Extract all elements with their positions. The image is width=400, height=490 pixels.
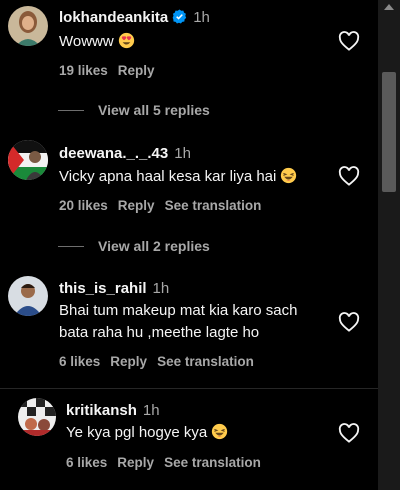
comment-meta: 20 likes Reply See translation [59, 198, 271, 213]
comment-username[interactable]: kritikansh 1h [66, 402, 160, 419]
like-count[interactable]: 20 likes [59, 198, 108, 213]
see-translation-button[interactable]: See translation [164, 455, 261, 470]
laughing-emoji-icon [281, 167, 297, 184]
reply-button[interactable]: Reply [117, 455, 154, 470]
verified-badge-icon [172, 9, 187, 24]
comment-meta: 6 likes Reply See translation [59, 354, 264, 369]
see-translation-button[interactable]: See translation [165, 198, 262, 213]
avatar[interactable] [8, 140, 48, 180]
username-text[interactable]: deewana._._.43 [59, 145, 168, 162]
comment-text-line-1: Bhai tum makeup mat kia karo sach [59, 302, 298, 319]
username-text[interactable]: kritikansh [66, 402, 137, 419]
like-heart-icon[interactable] [338, 166, 360, 186]
like-count[interactable]: 6 likes [66, 455, 107, 470]
reply-button[interactable]: Reply [110, 354, 147, 369]
comment-text-content: Wowww [59, 33, 114, 50]
comments-panel: lokhandeankita 1h Wowww 19 likes Reply Vie… [0, 0, 378, 490]
comment-username[interactable]: this_is_rahil 1h [59, 280, 169, 297]
username-text[interactable]: lokhandeankita [59, 9, 168, 26]
reply-button[interactable]: Reply [118, 198, 155, 213]
comment-text-content: Ye kya pgl hogye kya [66, 424, 208, 441]
comment-meta: 6 likes Reply See translation [66, 455, 271, 470]
avatar[interactable] [18, 398, 56, 436]
view-replies-label[interactable]: View all 5 replies [98, 102, 210, 118]
reply-button[interactable]: Reply [118, 63, 155, 78]
comment-time: 1h [193, 9, 210, 26]
like-heart-icon[interactable] [338, 312, 360, 332]
comment-text: Vicky apna haal kesa kar liya hai [59, 166, 297, 188]
username-text[interactable]: this_is_rahil [59, 280, 147, 297]
view-replies-button[interactable]: View all 5 replies [58, 102, 210, 118]
view-replies-button[interactable]: View all 2 replies [58, 238, 210, 254]
like-heart-icon[interactable] [338, 423, 360, 443]
comment-username[interactable]: deewana._._.43 1h [59, 145, 191, 162]
comment-time: 1h [152, 280, 170, 297]
scrollbar[interactable] [378, 0, 400, 490]
comment-text: Wowww [59, 31, 135, 53]
comment-text: Ye kya pgl hogye kya [66, 422, 228, 444]
like-heart-icon[interactable] [338, 31, 360, 51]
laughing-emoji-icon [212, 423, 228, 440]
comment-text-content: Vicky apna haal kesa kar liya hai [59, 168, 277, 185]
comment-text-line-2: bata raha hu ,meethe lagte ho [59, 324, 260, 341]
avatar[interactable] [8, 276, 48, 316]
replies-divider-line [58, 109, 84, 111]
comment-time: 1h [174, 145, 191, 162]
like-count[interactable]: 6 likes [59, 354, 100, 369]
comment-meta: 19 likes Reply [59, 63, 165, 78]
see-translation-button[interactable]: See translation [157, 354, 254, 369]
view-replies-label[interactable]: View all 2 replies [98, 238, 210, 254]
avatar[interactable] [8, 6, 48, 46]
scrollbar-thumb[interactable] [382, 72, 396, 192]
section-divider [0, 388, 378, 389]
heart-eyes-emoji-icon [118, 32, 134, 49]
scroll-up-arrow-icon[interactable] [384, 4, 394, 10]
comment-time: 1h [142, 402, 160, 419]
replies-divider-line [58, 245, 84, 247]
like-count[interactable]: 19 likes [59, 63, 108, 78]
comment-username[interactable]: lokhandeankita 1h [59, 9, 210, 26]
